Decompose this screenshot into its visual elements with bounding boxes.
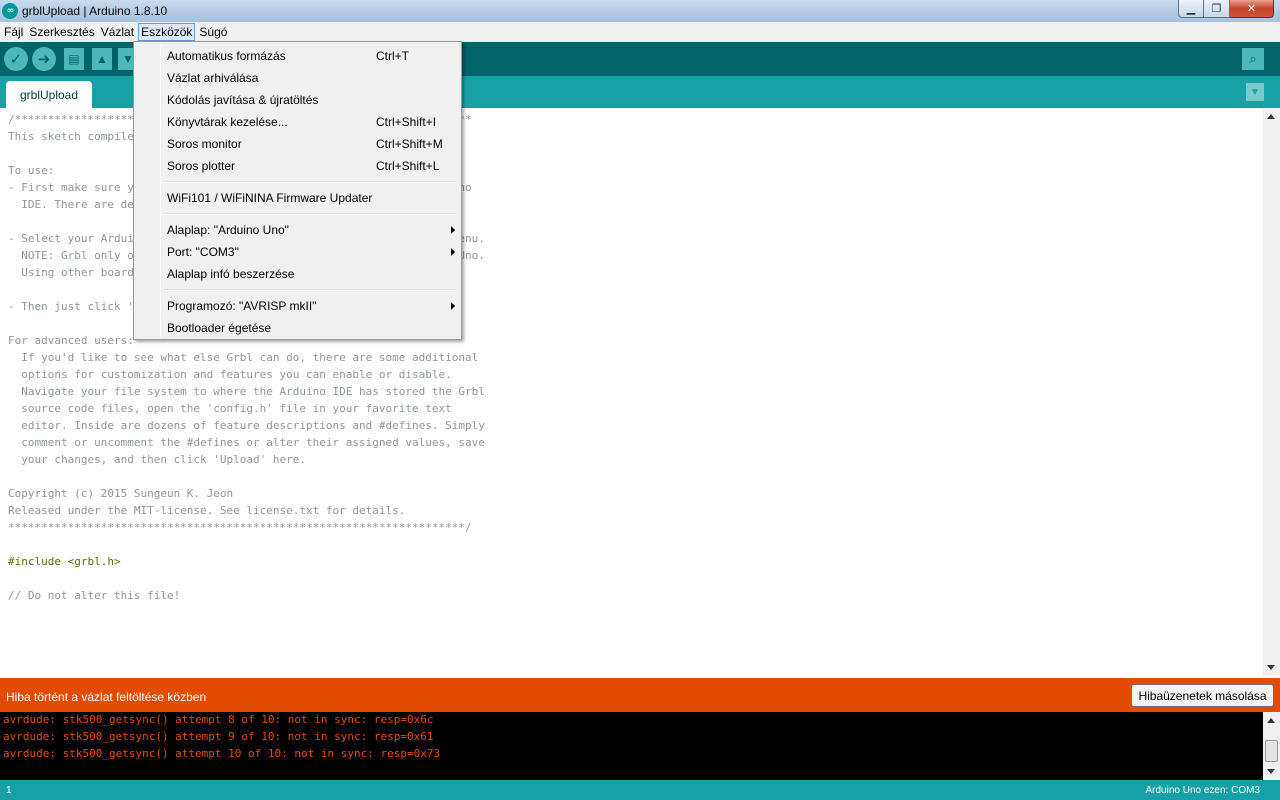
code-line: source code files, open the 'config.h' f… <box>8 402 452 415</box>
menu-szerkesztes[interactable]: Szerkesztés <box>27 24 96 40</box>
new-icon[interactable]: ▤ <box>64 48 84 70</box>
console-scrollbar[interactable] <box>1263 712 1280 780</box>
menu-item-soros-plotter[interactable]: Soros plotter Ctrl+Shift+L <box>136 155 459 177</box>
verify-icon[interactable]: ✓ <box>4 47 28 71</box>
menu-separator <box>164 181 457 183</box>
menu-item-konyvtarak-kezelese[interactable]: Könyvtárak kezelése... Ctrl+Shift+I <box>136 111 459 133</box>
menu-item-label: Automatikus formázás <box>167 49 286 63</box>
open-icon[interactable]: ▲ <box>92 48 112 70</box>
submenu-arrow-icon <box>451 248 455 256</box>
tools-menu-dropdown: Automatikus formázás Ctrl+T Vázlat arhivál… <box>133 41 462 340</box>
console-line: avrdude: stk500_getsync() attempt 8 of 1… <box>3 713 434 726</box>
menu-item-kodolas-javitasa-ujratoltes[interactable]: Kódolás javítása & újratöltés <box>136 89 459 111</box>
menu-item-soros-monitor[interactable]: Soros monitor Ctrl+Shift+M <box>136 133 459 155</box>
code-line: ****************************************… <box>8 521 472 534</box>
maximize-button[interactable]: ❐ <box>1204 0 1230 18</box>
window-title: grblUpload | Arduino 1.8.10 <box>22 4 168 18</box>
menu-item-shortcut: Ctrl+Shift+I <box>376 115 437 129</box>
menu-item-shortcut: Ctrl+Shift+L <box>376 159 440 173</box>
editor-scrollbar[interactable] <box>1263 108 1280 676</box>
menu-item-shortcut: Ctrl+T <box>376 49 409 63</box>
menu-item-alaplap-info-beszerzese[interactable]: Alaplap infó beszerzése <box>136 263 459 285</box>
menu-item-label: Soros plotter <box>167 159 236 173</box>
menu-item-label: Kódolás javítása & újratöltés <box>167 93 319 107</box>
serial-monitor-icon[interactable]: ⌕ <box>1242 48 1264 70</box>
console-line: avrdude: stk500_getsync() attempt 10 of … <box>3 747 441 760</box>
upload-icon[interactable]: ➜ <box>32 47 56 71</box>
menu-item-alaplap-arduino-uno[interactable]: Alaplap: "Arduino Uno" <box>136 219 459 241</box>
menu-item-label: Programozó: "AVRISP mkII" <box>167 299 317 313</box>
menu-item-bootloader-egetese[interactable]: Bootloader égetése <box>136 317 459 339</box>
menu-item-vazlat-arhivalasa[interactable]: Vázlat arhiválása <box>136 67 459 89</box>
console-scroll-down-icon[interactable] <box>1267 769 1275 774</box>
code-line: Navigate your file system to where the A… <box>8 385 485 398</box>
tab-menu-chevron-down-icon[interactable]: ▼ <box>1246 83 1264 101</box>
menu-item-wifi101-wifinina-firmware-updater[interactable]: WiFi101 / WiFiNINA Firmware Updater <box>136 187 459 209</box>
minimize-button[interactable]: ▁ <box>1178 0 1204 18</box>
arduino-logo-icon: ∞ <box>2 3 18 19</box>
menu-separator <box>164 289 457 291</box>
menu-item-label: Könyvtárak kezelése... <box>167 115 288 129</box>
menu-sugo[interactable]: Súgó <box>197 24 229 40</box>
console-line: avrdude: stk500_getsync() attempt 9 of 1… <box>3 730 434 743</box>
code-line: comment or uncomment the #defines or alt… <box>8 436 485 449</box>
menu-item-automatikus-formazas[interactable]: Automatikus formázás Ctrl+T <box>136 45 459 67</box>
status-bar: 1 Arduino Uno ezen: COM3 <box>0 780 1280 800</box>
code-line: Copyright (c) 2015 Sungeun K. Jeon <box>8 487 234 500</box>
menu-vazlat[interactable]: Vázlat <box>99 24 136 40</box>
title-bar: ∞ grblUpload | Arduino 1.8.10 ▁ ❐ ✕ <box>0 0 1280 22</box>
menu-separator <box>164 213 457 215</box>
close-button[interactable]: ✕ <box>1230 0 1274 18</box>
menu-item-label: Soros monitor <box>167 137 242 151</box>
menu-item-label: Bootloader égetése <box>167 321 272 335</box>
menu-item-label: Vázlat arhiválása <box>167 71 259 85</box>
scroll-up-icon[interactable] <box>1267 114 1275 119</box>
code-line: editor. Inside are dozens of feature des… <box>8 419 485 432</box>
code-line: Released under the MIT-license. See lice… <box>8 504 406 517</box>
line-number: 1 <box>6 785 12 796</box>
menu-bar: Fájl Szerkesztés Vázlat Eszközök Súgó <box>0 22 1280 42</box>
window-controls: ▁ ❐ ✕ <box>1178 0 1274 18</box>
code-line: your changes, and then click 'Upload' he… <box>8 453 307 466</box>
menu-item-label: WiFi101 / WiFiNINA Firmware Updater <box>167 191 373 205</box>
code-line: // Do not alter this file! <box>8 589 181 602</box>
console-scroll-thumb[interactable] <box>1265 740 1278 762</box>
console-output[interactable]: avrdude: stk500_getsync() attempt 8 of 1… <box>0 712 1280 780</box>
code-line: #include <grbl.h> <box>8 555 121 568</box>
menu-item-label: Alaplap: "Arduino Uno" <box>167 223 289 237</box>
menu-fajl[interactable]: Fájl <box>2 24 25 40</box>
code-line: If you'd like to see what else Grbl can … <box>8 351 479 364</box>
menu-item-shortcut: Ctrl+Shift+M <box>376 137 443 151</box>
menu-item-port-com3[interactable]: Port: "COM3" <box>136 241 459 263</box>
menu-item-programozo-avrisp-mkii[interactable]: Programozó: "AVRISP mkII" <box>136 295 459 317</box>
copy-error-messages-button[interactable]: Hibaüzenetek másolása <box>1131 684 1274 707</box>
menu-eszkozok[interactable]: Eszközök <box>138 23 196 41</box>
menu-item-label: Alaplap infó beszerzése <box>167 267 295 281</box>
submenu-arrow-icon <box>451 302 455 310</box>
tab-grblupload[interactable]: grblUpload <box>6 81 92 108</box>
error-status-bar: Hiba történt a vázlat feltöltése közben … <box>0 678 1280 712</box>
scroll-down-icon[interactable] <box>1267 665 1275 670</box>
console-lines: avrdude: stk500_getsync() attempt 8 of 1… <box>3 711 440 762</box>
submenu-arrow-icon <box>451 226 455 234</box>
code-line: options for customization and features y… <box>8 368 452 381</box>
console-scroll-up-icon[interactable] <box>1267 718 1275 723</box>
board-port-info: Arduino Uno ezen: COM3 <box>1145 785 1260 796</box>
menu-item-label: Port: "COM3" <box>167 245 239 259</box>
error-message: Hiba történt a vázlat feltöltése közben <box>6 690 207 704</box>
